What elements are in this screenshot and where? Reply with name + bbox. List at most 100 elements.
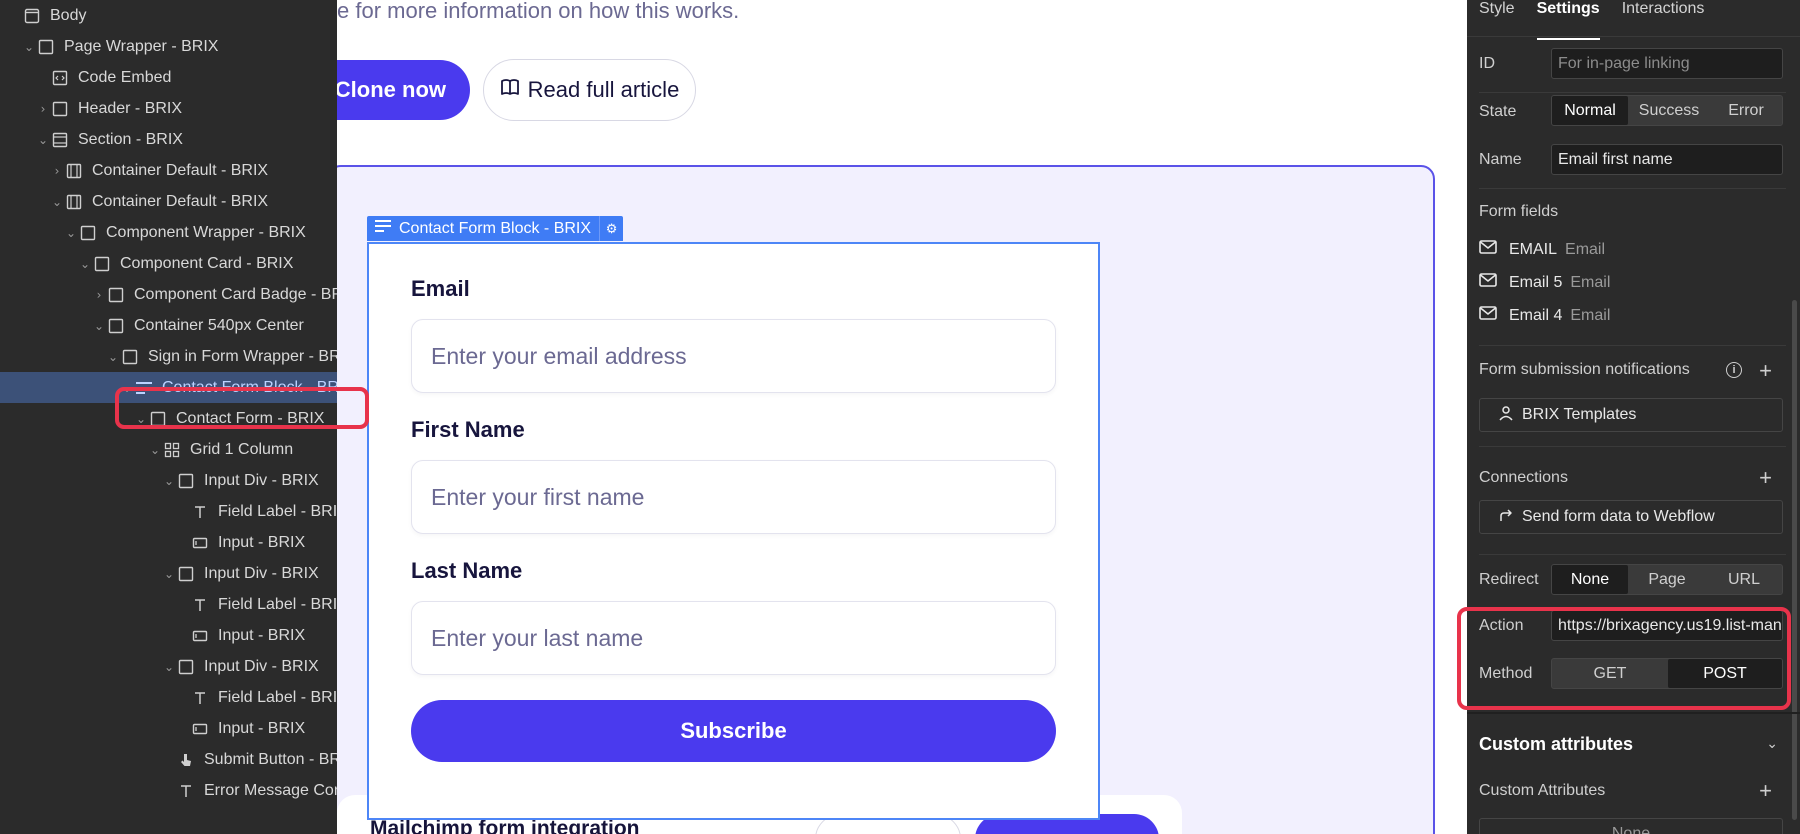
form-field-item[interactable]: EMAIL Email [1479,240,1605,259]
info-icon[interactable]: i [1726,362,1742,378]
navigator-item[interactable]: ⌄ Contact Form - BRIX [0,403,337,434]
first-name-field[interactable]: Enter your first name [411,460,1056,534]
chevron-down-icon[interactable]: ⌄ [50,195,64,209]
navigator-item-label: Field Label - BRIX [218,502,337,520]
form-field-type: Email [1570,273,1611,291]
add-attribute-plus-icon[interactable]: + [1759,780,1772,802]
navigator-item[interactable]: ⌄ Section - BRIX [0,124,337,155]
div-block-icon [52,101,68,117]
navigator-item[interactable]: ⌄ Container Default - BRIX [0,186,337,217]
chevron-down-icon[interactable]: ⌄ [134,412,148,426]
connection-item-label: Send form data to Webflow [1522,508,1715,525]
navigator-item[interactable]: Code Embed [0,62,337,93]
navigator-item[interactable]: ⌄ Contact Form Block - BRIX [0,372,337,403]
email-field-label: Email [411,276,470,301]
navigator-item-label: Input Div - BRIX [204,564,319,582]
chevron-down-icon[interactable]: ⌄ [162,567,176,581]
read-full-article-button[interactable]: Read full article [483,59,696,121]
design-canvas: e for more information on how this works… [337,0,1467,834]
navigator-item[interactable]: ⌄ Input Div - BRIX [0,558,337,589]
tab-settings[interactable]: Settings [1536,0,1600,40]
navigator-item[interactable]: ⌄ Container 540px Center [0,310,337,341]
chevron-down-icon[interactable]: ⌄ [148,443,162,457]
notification-item[interactable]: BRIX Templates [1479,398,1783,432]
gear-icon[interactable]: ⚙ [599,216,623,241]
div-block-icon [94,256,110,272]
chevron-right-icon[interactable]: › [36,102,50,116]
form-field-item[interactable]: Email 5 Email [1479,273,1610,292]
tabs-divider [1467,36,1800,37]
redirect-page-option[interactable]: Page [1628,565,1706,594]
intro-text: e for more information on how this works… [337,0,740,23]
custom-attributes-title[interactable]: Custom attributes [1479,734,1633,755]
navigator-item[interactable]: Submit Button - BRIX [0,744,337,775]
method-selector: GET POST [1551,658,1783,689]
clone-now-button[interactable]: Clone now [337,60,470,120]
selected-element-tag[interactable]: Contact Form Block - BRIX ⚙ [367,216,624,241]
chevron-down-icon[interactable]: ⌄ [106,350,120,364]
navigator-item[interactable]: ⌄ Page Wrapper - BRIX [0,31,337,62]
last-name-field[interactable]: Enter your last name [411,601,1056,675]
redirect-url-option[interactable]: URL [1706,565,1782,594]
redirect-none-option[interactable]: None [1552,565,1628,594]
navigator-item[interactable]: › Component Card Badge - BRIX [0,279,337,310]
navigator-item[interactable]: Field Label - BRIX [0,589,337,620]
chevron-down-icon[interactable]: ⌄ [92,319,106,333]
navigator-item[interactable]: ⌄ Grid 1 Column [0,434,337,465]
navigator-item[interactable]: › Container Default - BRIX [0,155,337,186]
settings-panel: Style Settings Interactions ID For in-pa… [1467,0,1800,834]
name-field[interactable]: Email first name [1551,144,1783,175]
mail-icon [1479,306,1497,325]
method-get-option[interactable]: GET [1552,659,1668,688]
chevron-down-icon[interactable]: ⌄ [120,381,134,395]
method-post-option[interactable]: POST [1668,659,1782,688]
navigator-item[interactable]: Input - BRIX [0,713,337,744]
navigator-item[interactable]: ⌄ Sign in Form Wrapper - BRIX [0,341,337,372]
action-url-field[interactable]: https://brixagency.us19.list-manage.com/… [1551,610,1783,641]
navigator-item[interactable]: ⌄ Component Card - BRIX [0,248,337,279]
state-error-option[interactable]: Error [1710,96,1782,125]
id-field[interactable]: For in-page linking [1551,48,1783,79]
email-field[interactable]: Enter your email address [411,319,1056,393]
add-notification-plus-icon[interactable]: + [1759,360,1772,382]
contact-form-block[interactable]: Email Enter your email address First Nam… [367,242,1100,820]
chevron-down-icon[interactable]: ⌄ [22,40,36,54]
state-normal-option[interactable]: Normal [1552,96,1628,125]
chevron-down-icon[interactable]: ⌄ [64,226,78,240]
chevron-down-icon[interactable]: ⌄ [162,474,176,488]
navigator-item[interactable]: Input - BRIX [0,620,337,651]
subscribe-button[interactable]: Subscribe [411,700,1056,762]
id-label: ID [1479,55,1495,72]
container-icon [66,163,82,179]
chevron-right-icon[interactable]: › [50,164,64,178]
chevron-down-icon[interactable]: ⌄ [78,257,92,271]
navigator-item[interactable]: Error Message Container [0,775,337,806]
state-success-option[interactable]: Success [1628,96,1710,125]
navigator-item[interactable]: ⌄ Input Div - BRIX [0,465,337,496]
navigator-item[interactable]: ⌄ Input Div - BRIX [0,651,337,682]
chevron-right-icon[interactable]: › [92,288,106,302]
text-icon [192,597,208,613]
add-connection-plus-icon[interactable]: + [1759,467,1772,489]
navigator-item[interactable]: Body [0,0,337,31]
tab-style[interactable]: Style [1479,0,1515,30]
grid-icon [164,442,180,458]
navigator-item-label: Section - BRIX [78,130,183,148]
navigator-item[interactable]: Field Label - BRIX [0,496,337,527]
navigator-item[interactable]: ⌄ Component Wrapper - BRIX [0,217,337,248]
navigator-item-label: Error Message Container [204,781,337,799]
method-label: Method [1479,665,1533,682]
navigator-item[interactable]: Input - BRIX [0,527,337,558]
chevron-down-icon[interactable]: ⌄ [1766,736,1778,752]
connection-item[interactable]: Send form data to Webflow [1479,500,1783,534]
panel-scrollbar[interactable] [1792,300,1797,820]
navigator-panel: Body ⌄ Page Wrapper - BRIX Code Embed › Heade… [0,0,337,834]
chevron-down-icon[interactable]: ⌄ [162,660,176,674]
tab-interactions[interactable]: Interactions [1622,0,1705,30]
div-block-icon [178,473,194,489]
navigator-item[interactable]: Field Label - BRIX [0,682,337,713]
form-field-item[interactable]: Email 4 Email [1479,306,1610,325]
chevron-down-icon[interactable]: ⌄ [36,133,50,147]
navigator-item[interactable]: › Header - BRIX [0,93,337,124]
input-icon [192,628,208,644]
